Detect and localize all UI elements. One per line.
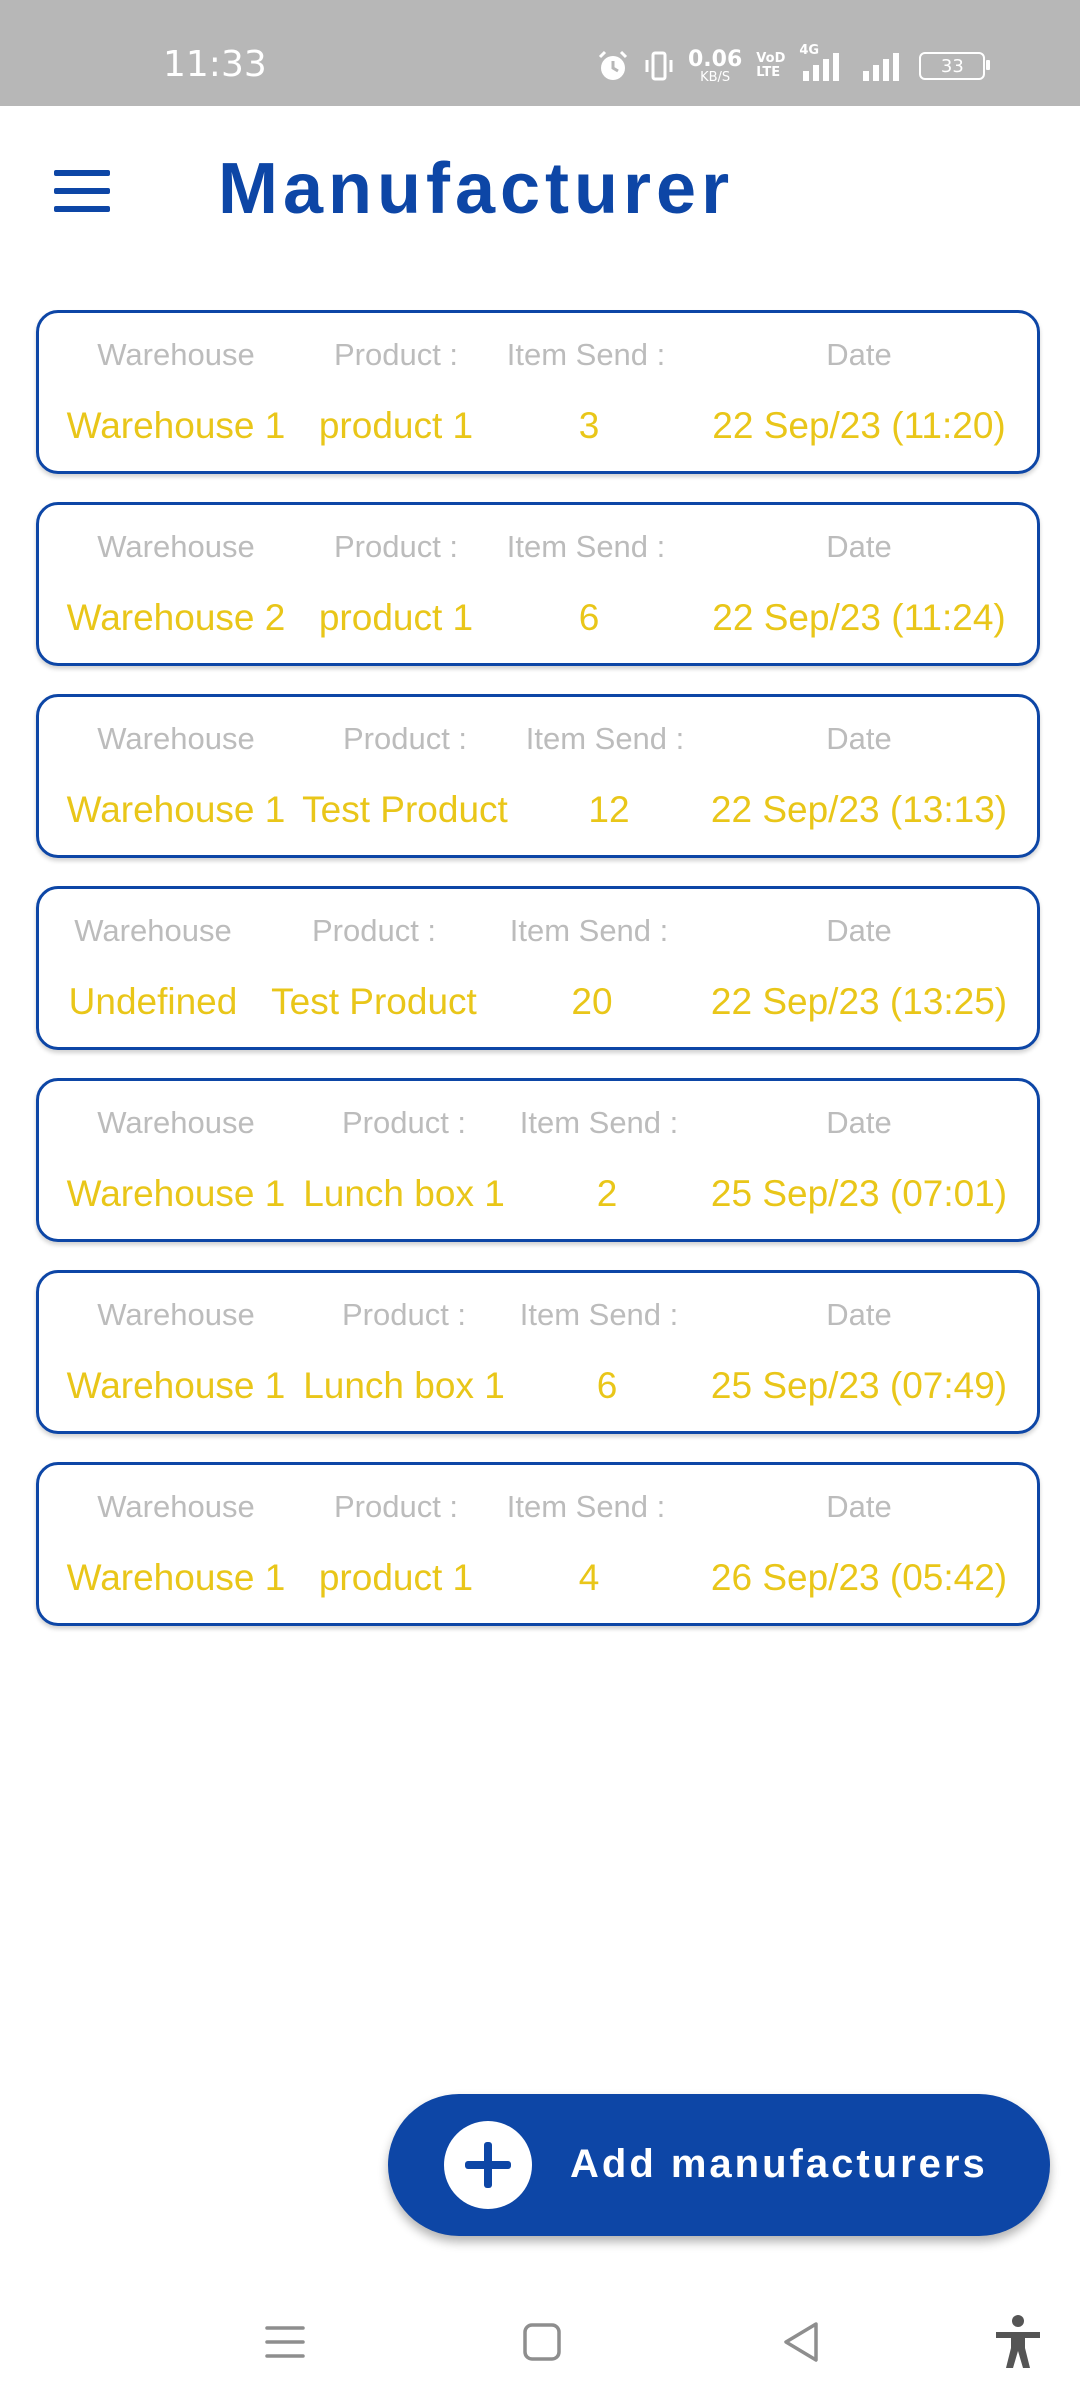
status-icons: 0.06 KB/S VoD LTE 4G 33 [596, 43, 991, 88]
product-value: Test Product [271, 981, 477, 1022]
date-value: 22 Sep/23 (13:25) [710, 981, 1008, 1022]
warehouse-value: Warehouse 1 [66, 789, 286, 830]
vibrate-icon [645, 51, 673, 81]
speed-value: 0.06 [688, 46, 743, 72]
app-bar: Manufacturer [0, 106, 1080, 276]
items-label: Item Send : [519, 1297, 679, 1332]
date-value: 22 Sep/23 (11:20) [712, 405, 1006, 446]
date-label: Date [826, 1105, 892, 1140]
add-manufacturers-label: Add manufacturers [570, 2142, 988, 2186]
date-value: 25 Sep/23 (07:01) [710, 1173, 1008, 1214]
items-label: Item Send : [506, 1489, 666, 1524]
manufacturer-record[interactable]: Warehouse Product : Item Send : Date War… [36, 694, 1040, 858]
items-value: 4 [578, 1557, 600, 1598]
manufacturer-list: Warehouse Product : Item Send : Date War… [36, 310, 1044, 1654]
product-value: product 1 [318, 597, 474, 638]
warehouse-value: Warehouse 2 [66, 597, 286, 638]
product-value: Lunch box 1 [303, 1173, 505, 1214]
plus-circle-icon [444, 2121, 532, 2209]
speed-unit: KB/S [700, 69, 731, 85]
warehouse-label: Warehouse [97, 1297, 255, 1332]
warehouse-value: Warehouse 1 [66, 1365, 286, 1406]
volte-bottom: LTE [756, 65, 781, 80]
warehouse-label: Warehouse [97, 721, 255, 756]
date-label: Date [826, 529, 892, 564]
warehouse-label: Warehouse [97, 1489, 255, 1524]
items-value: 2 [596, 1173, 618, 1214]
battery-level: 33 [940, 55, 964, 77]
warehouse-label: Warehouse [97, 1105, 255, 1140]
product-label: Product : [333, 337, 459, 372]
warehouse-label: Warehouse [74, 913, 232, 948]
date-label: Date [826, 337, 892, 372]
date-value: 26 Sep/23 (05:42) [710, 1557, 1008, 1598]
product-label: Product : [333, 529, 459, 564]
back-icon[interactable] [770, 2310, 834, 2374]
signal-icon: 4G [799, 43, 845, 83]
product-label: Product : [341, 1297, 467, 1332]
manufacturer-record[interactable]: Warehouse Product : Item Send : Date War… [36, 502, 1040, 666]
status-bar: 11:33 0.06 KB/S VoD LTE 4G 33 [0, 0, 1080, 106]
volte-indicator: VoD LTE [756, 52, 785, 79]
warehouse-value: Warehouse 1 [66, 1173, 286, 1214]
manufacturer-record[interactable]: Warehouse Product : Item Send : Date War… [36, 1078, 1040, 1242]
date-value: 22 Sep/23 (13:13) [710, 789, 1008, 830]
items-value: 3 [578, 405, 600, 446]
warehouse-value: Undefined [68, 981, 238, 1022]
manufacturer-record[interactable]: Warehouse Product : Item Send : Date War… [36, 1270, 1040, 1434]
alarm-icon [598, 50, 628, 80]
items-value: 6 [596, 1365, 618, 1406]
home-icon[interactable] [510, 2310, 574, 2374]
product-value: product 1 [318, 1557, 474, 1598]
volte-top: VoD [756, 51, 786, 67]
add-manufacturers-button[interactable]: Add manufacturers [388, 2094, 1050, 2236]
manufacturer-record[interactable]: Warehouse Product : Item Send : Date War… [36, 1462, 1040, 1626]
product-value: Lunch box 1 [303, 1365, 505, 1406]
recents-icon[interactable] [253, 2310, 317, 2374]
warehouse-label: Warehouse [97, 529, 255, 564]
items-label: Item Send : [509, 913, 669, 948]
page-title: Manufacturer [218, 149, 735, 229]
network-type: 4G [799, 43, 820, 58]
manufacturer-record[interactable]: Warehouse Product : Item Send : Date War… [36, 310, 1040, 474]
product-label: Product : [341, 1105, 467, 1140]
items-label: Item Send : [506, 337, 666, 372]
network-speed: 0.06 KB/S [688, 46, 743, 85]
status-time: 11:33 [163, 44, 267, 85]
warehouse-value: Warehouse 1 [66, 1557, 286, 1598]
date-label: Date [826, 721, 892, 756]
date-value: 22 Sep/23 (11:24) [712, 597, 1006, 638]
date-value: 25 Sep/23 (07:49) [710, 1365, 1008, 1406]
product-label: Product : [333, 1489, 459, 1524]
accessibility-icon[interactable] [986, 2310, 1050, 2374]
hamburger-menu-icon[interactable] [54, 170, 112, 214]
date-label: Date [826, 1297, 892, 1332]
system-nav-bar [0, 2280, 1080, 2400]
manufacturer-record[interactable]: Warehouse Product : Item Send : Date Und… [36, 886, 1040, 1050]
warehouse-label: Warehouse [97, 337, 255, 372]
date-label: Date [826, 913, 892, 948]
items-label: Item Send : [506, 529, 666, 564]
product-label: Product : [342, 721, 468, 756]
product-label: Product : [311, 913, 437, 948]
product-value: Test Product [302, 789, 508, 830]
product-value: product 1 [318, 405, 474, 446]
items-label: Item Send : [525, 721, 685, 756]
items-value: 6 [578, 597, 600, 638]
battery-icon: 33 [919, 52, 991, 80]
items-value: 12 [588, 789, 630, 830]
date-label: Date [826, 1489, 892, 1524]
items-value: 20 [571, 981, 613, 1022]
signal-icon-2 [863, 53, 900, 81]
warehouse-value: Warehouse 1 [66, 405, 286, 446]
items-label: Item Send : [519, 1105, 679, 1140]
